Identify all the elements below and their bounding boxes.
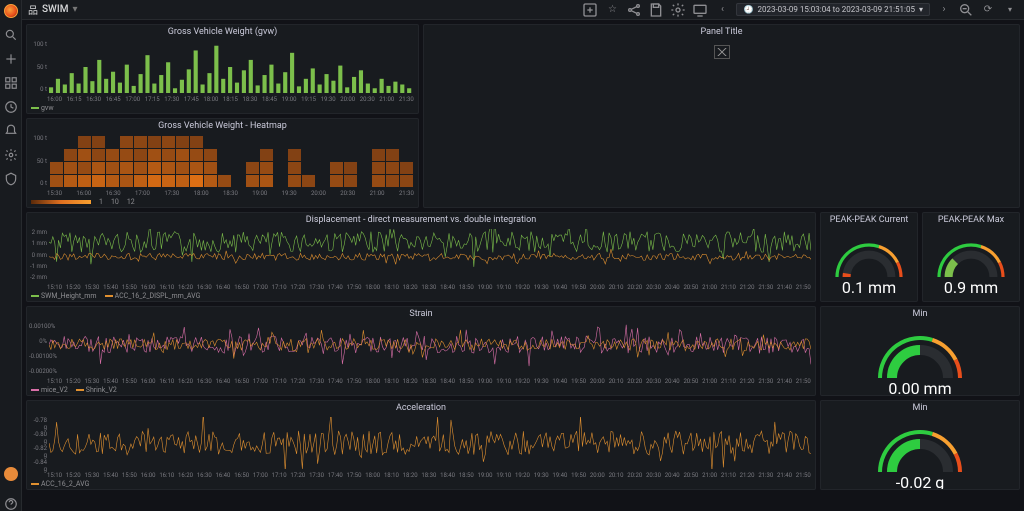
panel-legend: ACC_16_2_AVG — [27, 479, 815, 489]
panel-title: Gross Vehicle Weight - Heatmap — [27, 119, 418, 133]
gauge-value: 0.00 mm — [888, 379, 951, 396]
panel-gvw[interactable]: Gross Vehicle Weight (gvw) 100 t50 t0 t … — [26, 24, 419, 114]
add-panel-button[interactable] — [582, 2, 598, 18]
refresh-interval-chevron[interactable]: ▾ — [1002, 2, 1018, 18]
plus-icon[interactable] — [4, 52, 18, 66]
panel-title: Strain — [27, 307, 815, 321]
panel-legend: mice_V2Shrink_V2 — [27, 385, 815, 395]
x-axis: 15:1015:2015:3015:4015:5016:0016:1016:20… — [47, 378, 811, 385]
panel-title: PEAK-PEAK Current — [821, 213, 917, 227]
panel-gauge-min-1[interactable]: Min 0.00 mm — [820, 306, 1020, 396]
panel-title: Min — [821, 401, 1019, 415]
bell-icon[interactable] — [4, 124, 18, 138]
panel-gauge-min-2[interactable]: Min -0.02 g — [820, 400, 1020, 490]
legend-mid: 10 — [111, 198, 119, 206]
dashboard-grid: Gross Vehicle Weight (gvw) 100 t50 t0 t … — [22, 20, 1024, 511]
gauge-value: -0.02 g — [896, 473, 945, 490]
time-prev-button[interactable]: ‹ — [714, 2, 730, 18]
legend-min: 1 — [99, 198, 103, 206]
breadcrumb[interactable]: 品 SWIM ▾ — [28, 2, 77, 17]
panel-gauge-peak-max[interactable]: PEAK-PEAK Max 0.9 mm — [922, 212, 1020, 302]
chevron-down-icon[interactable]: ▾ — [72, 4, 77, 15]
search-icon[interactable] — [4, 28, 18, 42]
dashboard-title: SWIM — [42, 4, 68, 15]
panel-heatmap[interactable]: Gross Vehicle Weight - Heatmap 100 t50 t… — [26, 118, 419, 208]
main-area: 品 SWIM ▾ ☆ ‹ 🕘 2023-03-09 15:03:04 to 20… — [22, 0, 1024, 511]
panel-title: Min — [821, 307, 1019, 321]
gauge-value: 0.1 mm — [842, 278, 896, 297]
panel-displacement[interactable]: Displacement - direct measurement vs. do… — [26, 212, 816, 302]
y-axis: -0.78 g-0.80 g-0.82 g-0.84 g — [29, 417, 47, 469]
x-axis: 15:3016:0016:3017:0017:3018:0018:3019:00… — [47, 190, 414, 197]
panel-placeholder[interactable]: Panel Title — [423, 24, 1020, 208]
panel-accel[interactable]: Acceleration -0.78 g-0.80 g-0.82 g-0.84 … — [26, 400, 816, 490]
panel-legend: SWM_Height_mmACC_16_2_DISPL_mm_AVG — [27, 291, 815, 301]
panel-title: PEAK-PEAK Max — [923, 213, 1019, 227]
panel-title: Panel Title — [424, 25, 1019, 39]
star-icon[interactable]: ☆ — [604, 2, 620, 18]
time-range-label: 2023-03-09 15:03:04 to 2023-03-09 21:51:… — [757, 5, 915, 14]
refresh-icon[interactable]: ⟳ — [980, 2, 996, 18]
zoom-out-icon[interactable] — [958, 2, 974, 18]
gear-icon[interactable] — [4, 148, 18, 162]
share-icon[interactable] — [626, 2, 642, 18]
shield-icon[interactable] — [4, 172, 18, 186]
time-range-picker[interactable]: 🕘 2023-03-09 15:03:04 to 2023-03-09 21:5… — [736, 3, 930, 16]
x-axis: 15:1015:2015:3015:4015:5016:0016:1016:20… — [47, 284, 811, 291]
save-icon[interactable] — [648, 2, 664, 18]
y-axis: 0.00100%0%-0.00100%-0.00200% — [29, 323, 47, 375]
left-sidebar — [0, 0, 22, 511]
x-axis: 16:0016:1516:3016:4517:0017:1517:3017:45… — [47, 96, 414, 103]
gauge-row-1: PEAK-PEAK Current 0.1 mm PEAK-PEAK Max 0… — [820, 212, 1020, 302]
panel-gauge-peak-current[interactable]: PEAK-PEAK Current 0.1 mm — [820, 212, 918, 302]
help-icon[interactable] — [4, 497, 18, 511]
dashboards-icon[interactable] — [4, 76, 18, 90]
explore-icon[interactable] — [4, 100, 18, 114]
grafana-logo[interactable] — [4, 4, 18, 18]
y-axis: 2 mm1 mm0 mm-1 mm-2 mm — [29, 229, 47, 281]
tv-icon[interactable] — [692, 2, 708, 18]
y-axis: 100 t50 t0 t — [29, 135, 47, 187]
panel-legend: gvw — [27, 103, 418, 113]
y-axis: 100 t50 t0 t — [29, 41, 47, 93]
gauge-value: 0.9 mm — [944, 278, 998, 297]
clock-icon: 🕘 — [743, 5, 753, 14]
chevron-down-icon: ▾ — [919, 5, 923, 14]
settings-icon[interactable] — [670, 2, 686, 18]
panel-title: Acceleration — [27, 401, 815, 415]
legend-max: 12 — [127, 198, 135, 206]
topbar: 品 SWIM ▾ ☆ ‹ 🕘 2023-03-09 15:03:04 to 20… — [22, 0, 1024, 20]
time-next-button[interactable]: › — [936, 2, 952, 18]
panel-title: Gross Vehicle Weight (gvw) — [27, 25, 418, 39]
heatmap-legend: 1 10 12 — [27, 197, 418, 207]
panel-title: Displacement - direct measurement vs. do… — [27, 213, 815, 227]
user-avatar[interactable] — [4, 467, 18, 481]
broken-image-icon — [714, 45, 730, 59]
breadcrumb-root-icon: 品 — [28, 2, 38, 17]
panel-strain[interactable]: Strain 0.00100%0%-0.00100%-0.00200% 15:1… — [26, 306, 816, 396]
x-axis: 15:1015:2015:3015:4015:5016:0016:1016:20… — [47, 472, 811, 479]
